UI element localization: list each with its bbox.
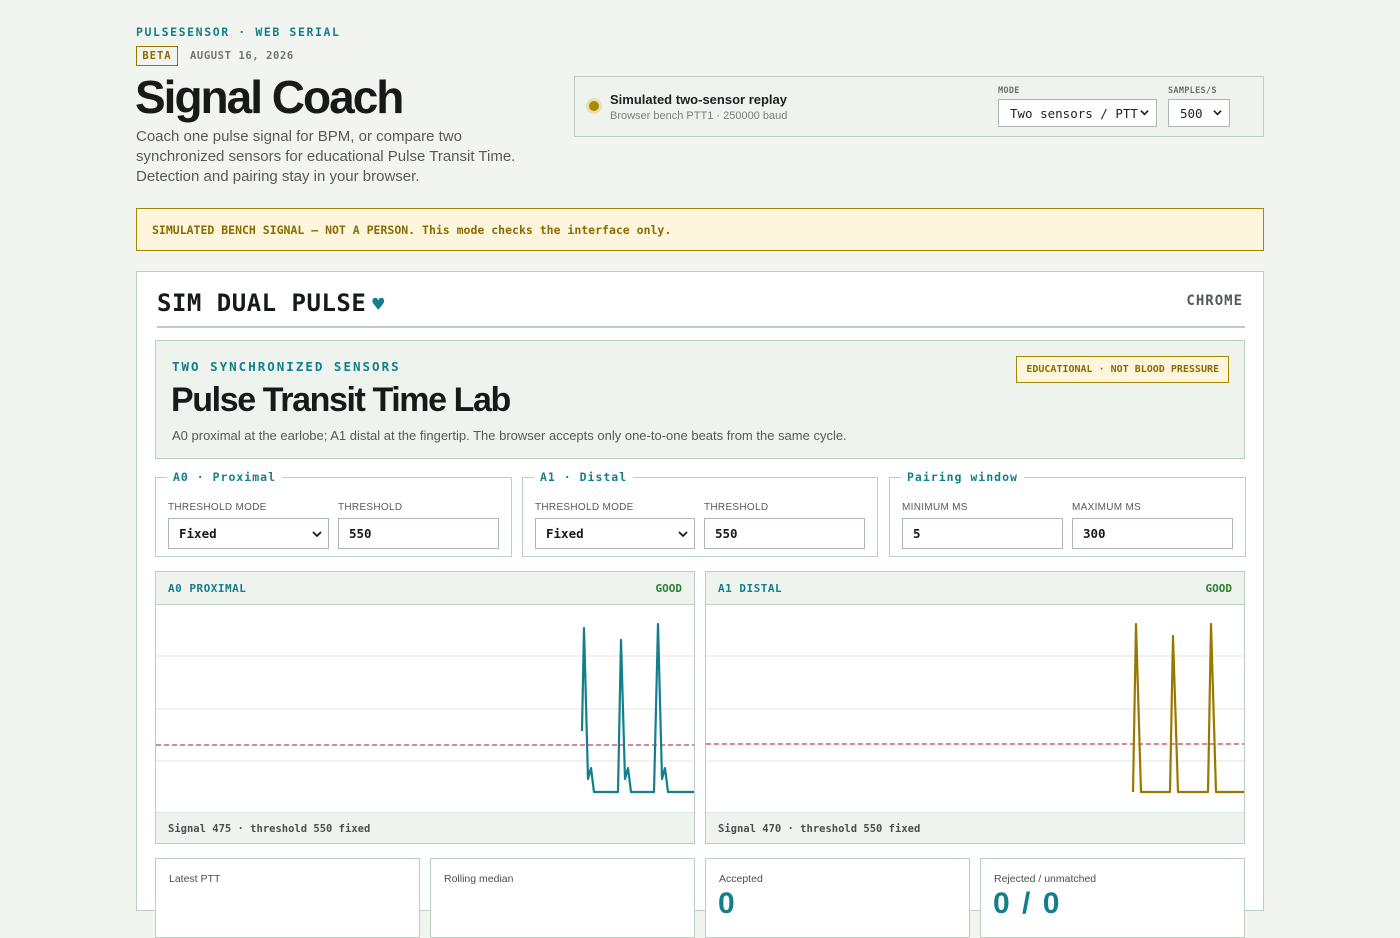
stat-label: Accepted <box>719 873 763 885</box>
chart-title: A0 PROXIMAL <box>168 582 247 595</box>
chart-readout: Signal 475 · threshold 550 fixed <box>168 823 371 835</box>
chart-footer: Signal 475 · threshold 550 fixed <box>156 812 694 843</box>
accepted-stat: Accepted 0 <box>705 858 970 938</box>
app-eyebrow: PULSESENSOR · WEB SERIAL <box>136 25 341 39</box>
a1-threshold-input[interactable]: 550 <box>704 518 865 549</box>
sensor-card: SIM DUAL PULSE ♥ CHROME TWO SYNCHRONIZED … <box>136 271 1264 938</box>
page-subtitle: Coach one pulse signal for BPM, or compa… <box>136 128 516 185</box>
chevron-down-icon <box>312 530 322 537</box>
mode-select-value: Two sensors / PTT <box>1010 105 1138 121</box>
rejected-unmatched-stat: Rejected / unmatched 0 / 0 <box>980 858 1245 938</box>
card-title: SIM DUAL PULSE ♥ <box>157 289 385 317</box>
chevron-down-icon <box>1140 110 1149 116</box>
educational-badge: EDUCATIONAL · NOT BLOOD PRESSURE <box>1016 356 1229 383</box>
a1-threshold-mode-select[interactable]: Fixed <box>535 518 695 549</box>
stat-label: Latest PTT <box>169 873 221 885</box>
samples-label: SAMPLES/S <box>1168 86 1217 96</box>
a0-signal-chart: A0 PROXIMAL GOOD Signal 475 · threshold … <box>155 571 695 844</box>
card-title-text: SIM DUAL PULSE <box>157 289 367 317</box>
threshold-label: THRESHOLD <box>704 502 769 513</box>
stat-value: 0 / 0 <box>993 887 1062 920</box>
lab-title: Pulse Transit Time Lab <box>171 381 511 419</box>
select-value: Fixed <box>179 526 217 541</box>
a1-signal-trace <box>1131 622 1244 794</box>
lab-eyebrow: TWO SYNCHRONIZED SENSORS <box>172 359 401 374</box>
mode-label: MODE <box>998 86 1020 96</box>
chart-title: A1 DISTAL <box>718 582 783 595</box>
maximum-ms-input[interactable]: 300 <box>1072 518 1233 549</box>
a0-signal-trace <box>580 622 694 794</box>
chart-footer: Signal 470 · threshold 550 fixed <box>706 812 1244 843</box>
a0-threshold-input[interactable]: 550 <box>338 518 499 549</box>
select-value: Fixed <box>546 526 584 541</box>
mode-select[interactable]: Two sensors / PTT <box>998 99 1157 127</box>
release-date: AUGUST 16, 2026 <box>190 50 294 62</box>
a0-proximal-settings: A0 · Proximal THRESHOLD MODE Fixed THRES… <box>155 470 512 557</box>
device-panel: Simulated two-sensor replay Browser benc… <box>574 76 1264 137</box>
samples-select[interactable]: 500 <box>1168 99 1230 127</box>
device-subtitle: Browser bench PTT1 · 250000 baud <box>610 110 788 122</box>
signal-quality-status: GOOD <box>1205 582 1233 595</box>
chevron-down-icon <box>1213 110 1222 116</box>
pairing-window-settings: Pairing window MINIMUM MS 5 MAXIMUM MS 3… <box>889 470 1246 557</box>
maximum-ms-label: MAXIMUM MS <box>1072 502 1142 513</box>
threshold-label: THRESHOLD <box>338 502 403 513</box>
chart-header: A1 DISTAL GOOD <box>706 572 1244 605</box>
a1-waveform-plot <box>706 622 1244 794</box>
stat-value: 0 <box>718 887 737 920</box>
fieldset-legend: Pairing window <box>907 470 1018 484</box>
a1-distal-settings: A1 · Distal THRESHOLD MODE Fixed THRESHO… <box>522 470 878 557</box>
a0-threshold-mode-select[interactable]: Fixed <box>168 518 329 549</box>
lab-description: A0 proximal at the earlobe; A1 distal at… <box>172 428 847 443</box>
minimum-ms-label: MINIMUM MS <box>902 502 968 513</box>
chevron-down-icon <box>678 530 688 537</box>
ptt-lab-panel: TWO SYNCHRONIZED SENSORS Pulse Transit T… <box>155 340 1245 459</box>
chart-header: A0 PROXIMAL GOOD <box>156 572 694 605</box>
signal-quality-status: GOOD <box>655 582 683 595</box>
fieldset-legend: A0 · Proximal <box>173 470 277 484</box>
page-title: Signal Coach <box>135 71 404 123</box>
samples-select-value: 500 <box>1180 105 1203 121</box>
beta-badge: BETA <box>136 46 178 66</box>
fieldset-legend: A1 · Distal <box>540 470 628 484</box>
threshold-mode-label: THRESHOLD MODE <box>535 502 634 513</box>
threshold-mode-label: THRESHOLD MODE <box>168 502 267 513</box>
minimum-ms-input[interactable]: 5 <box>902 518 1063 549</box>
latest-ptt-stat: Latest PTT <box>155 858 420 938</box>
divider <box>157 326 1245 328</box>
chart-readout: Signal 470 · threshold 550 fixed <box>718 823 921 835</box>
connection-status-dot-icon <box>589 101 599 111</box>
stat-label: Rejected / unmatched <box>994 873 1097 885</box>
heart-icon: ♥ <box>372 292 385 316</box>
a1-signal-chart: A1 DISTAL GOOD Signal 470 · threshold 55… <box>705 571 1245 844</box>
device-title: Simulated two-sensor replay <box>610 92 787 107</box>
stat-label: Rolling median <box>444 873 514 885</box>
browser-label: CHROME <box>1186 293 1243 309</box>
simulation-warning-banner: SIMULATED BENCH SIGNAL — NOT A PERSON. T… <box>136 208 1264 251</box>
rolling-median-stat: Rolling median <box>430 858 695 938</box>
a0-waveform-plot <box>156 622 694 794</box>
